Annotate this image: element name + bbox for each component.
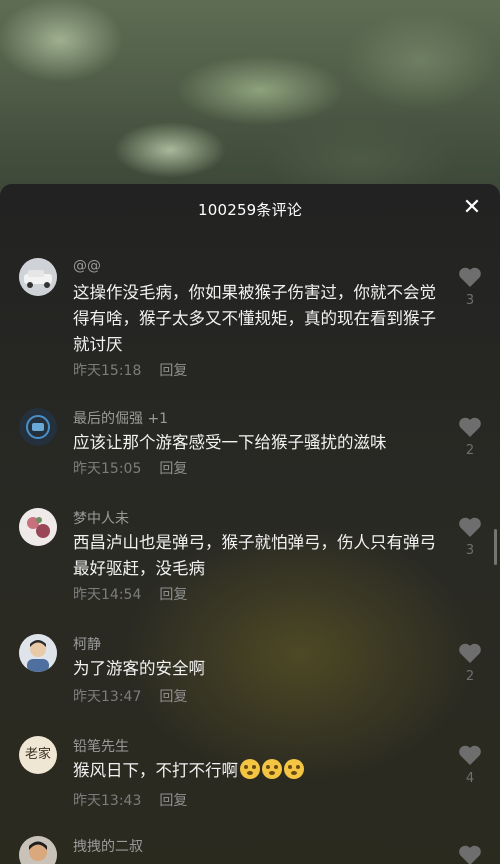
comment-author[interactable]: 柯静 <box>73 634 101 654</box>
avatar-calligraphy: 老家 <box>24 747 51 762</box>
comment-time: 昨天14:54 <box>73 587 142 603</box>
surprised-emoji-icon <box>240 759 260 779</box>
like-count: 2 <box>465 443 475 458</box>
avatar[interactable] <box>19 508 57 546</box>
comment-meta: 昨天15:05 回复 <box>73 458 187 478</box>
close-icon[interactable]: ✕ <box>460 196 484 220</box>
heart-icon <box>459 517 481 537</box>
like-count: 3 <box>465 543 475 558</box>
comment-time: 昨天13:43 <box>73 793 142 809</box>
like-button[interactable]: 2 <box>456 416 484 458</box>
like-count: 2 <box>465 669 475 684</box>
reply-button[interactable]: 回复 <box>159 587 187 603</box>
comment-text: 为了游客的安全啊 <box>73 659 205 678</box>
like-button[interactable]: 2 <box>456 642 484 684</box>
comment-text: 应该让那个游客感受一下给猴子骚扰的滋味 <box>73 433 387 452</box>
comment-text: 西昌泸山也是弹弓，猴子就怕弹弓，伤人只有弹弓最好驱赶，没毛病 <box>73 533 436 578</box>
sheet-header: 100259条评论 ✕ <box>0 184 500 234</box>
background-video-frame[interactable] <box>0 0 500 200</box>
comment-text: 猴风日下，不打不行啊 <box>73 758 451 784</box>
comment-text-body: 猴风日下，不打不行啊 <box>73 761 238 780</box>
avatar[interactable]: 老家 <box>19 736 57 774</box>
comment-time: 昨天15:05 <box>73 461 142 477</box>
heart-icon <box>459 267 481 287</box>
reply-button[interactable]: 回复 <box>159 793 187 809</box>
surprised-emoji-icon <box>262 759 282 779</box>
comment-author[interactable]: 最后的倔强 +1 <box>73 408 168 428</box>
comment-meta: 昨天15:18 回复 <box>73 360 187 380</box>
comment-time: 昨天13:47 <box>73 689 142 705</box>
heart-icon <box>459 417 481 437</box>
comment-author[interactable]: 铅笔先生 <box>73 736 129 756</box>
avatar[interactable] <box>19 408 57 446</box>
comment-meta: 昨天14:54 回复 <box>73 584 187 604</box>
reply-button[interactable]: 回复 <box>159 461 187 477</box>
like-button[interactable]: 3 <box>456 266 484 308</box>
like-button[interactable]: 4 <box>456 744 484 786</box>
heart-icon <box>459 845 481 864</box>
comment-text: 这操作没毛病，你如果被猴子伤害过，你就不会觉得有啥，猴子太多又不懂规矩，真的现在… <box>73 283 436 354</box>
scrollbar[interactable] <box>494 529 497 565</box>
surprised-emoji-icon <box>284 759 304 779</box>
like-button[interactable] <box>456 844 484 864</box>
heart-icon <box>459 745 481 765</box>
heart-icon <box>459 643 481 663</box>
like-count: 4 <box>465 771 475 786</box>
comment-meta: 昨天13:47 回复 <box>73 686 187 706</box>
comment-author[interactable]: 拽拽的二叔 <box>73 836 143 856</box>
avatar[interactable] <box>19 634 57 672</box>
comment-time: 昨天15:18 <box>73 363 142 379</box>
comment-author[interactable]: @@ <box>73 258 101 274</box>
comment-meta: 昨天13:43 回复 <box>73 790 187 810</box>
comments-sheet: 100259条评论 ✕ @@ 这操作没毛病，你如果被猴子伤害过，你就不会觉得有啥… <box>0 184 500 864</box>
like-count: 3 <box>465 293 475 308</box>
like-button[interactable]: 3 <box>456 516 484 558</box>
reply-button[interactable]: 回复 <box>159 363 187 379</box>
reply-button[interactable]: 回复 <box>159 689 187 705</box>
comment-count-title: 100259条评论 <box>197 201 303 219</box>
avatar[interactable] <box>19 836 57 864</box>
avatar[interactable] <box>19 258 57 296</box>
comment-author[interactable]: 梦中人未 <box>73 508 129 528</box>
